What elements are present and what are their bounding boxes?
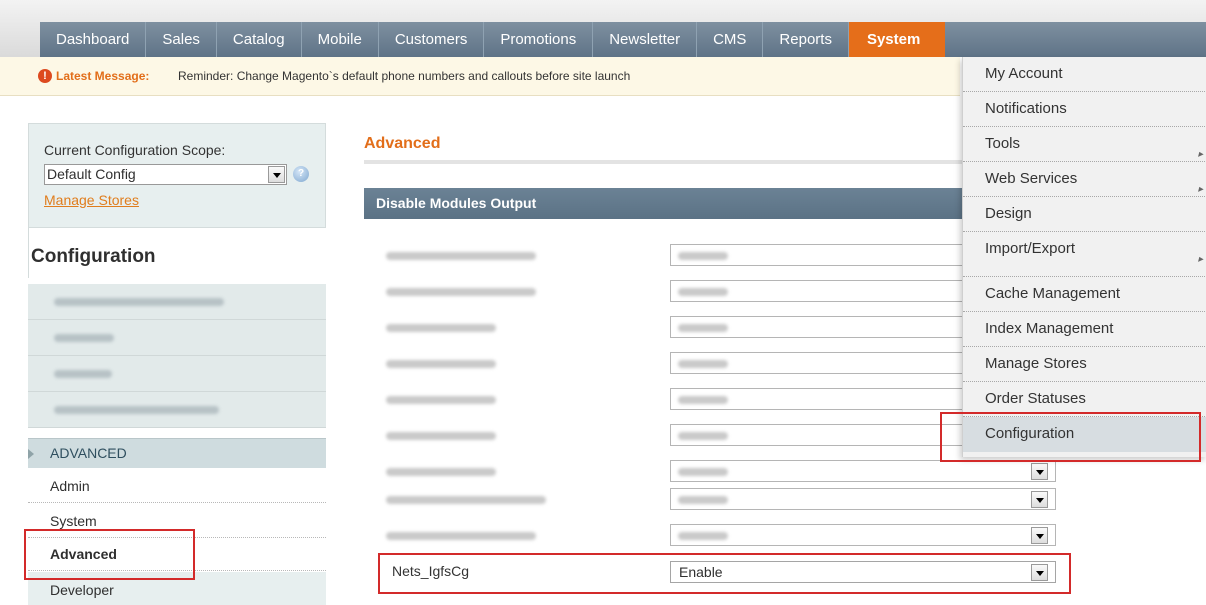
menu-item-label: Configuration: [985, 425, 1075, 442]
sidebar-section-label: ADVANCED: [50, 445, 127, 461]
latest-message-text: Reminder: Change Magento`s default phone…: [178, 69, 631, 83]
section-header[interactable]: Disable Modules Output: [364, 188, 964, 219]
menu-item-manage-stores[interactable]: Manage Stores: [963, 347, 1206, 382]
menu-item-label: Manage Stores: [985, 355, 1087, 372]
nav-promotions[interactable]: Promotions: [484, 22, 594, 57]
alert-icon: !: [38, 69, 52, 83]
module-row: [364, 238, 1064, 274]
nav-dashboard[interactable]: Dashboard: [40, 22, 147, 57]
main-menu: Dashboard Sales Catalog Mobile Customers…: [40, 22, 1206, 57]
sidebar-item-blurred[interactable]: [28, 284, 326, 320]
menu-item-cache-management[interactable]: Cache Management: [963, 277, 1206, 312]
nav-system[interactable]: System: [848, 22, 945, 57]
nav-reports[interactable]: Reports: [763, 22, 849, 57]
module-select-nets[interactable]: Enable: [670, 561, 1056, 583]
chevron-down-icon[interactable]: [1031, 527, 1048, 544]
menu-item-my-account[interactable]: My Account: [963, 57, 1206, 92]
top-nav: Dashboard Sales Catalog Mobile Customers…: [0, 0, 1206, 57]
menu-item-label: My Account: [985, 65, 1063, 82]
menu-item-order-statuses[interactable]: Order Statuses: [963, 382, 1206, 417]
menu-item-index-management[interactable]: Index Management: [963, 312, 1206, 347]
sidebar-item-label: System: [50, 513, 97, 529]
chevron-down-icon[interactable]: [1031, 463, 1048, 480]
title-divider: [364, 160, 964, 164]
nav-newsletter[interactable]: Newsletter: [593, 22, 698, 57]
scope-selected-value: Default Config: [47, 166, 136, 182]
menu-item-label: Notifications: [985, 100, 1067, 117]
menu-item-tools[interactable]: Tools ▸: [963, 127, 1206, 162]
sidebar-item-system[interactable]: System: [28, 505, 326, 538]
configuration-heading: Configuration: [28, 228, 326, 278]
menu-item-label: Cache Management: [985, 285, 1121, 302]
help-icon[interactable]: ?: [293, 166, 309, 182]
menu-item-import-export[interactable]: Import/Export ▸: [963, 232, 1206, 277]
menu-item-label: Import/Export: [985, 240, 1076, 257]
sidebar-section-advanced[interactable]: ADVANCED: [28, 438, 326, 468]
menu-item-label: Web Services: [985, 170, 1078, 187]
scope-label: Current Configuration Scope:: [44, 142, 226, 158]
manage-stores-link[interactable]: Manage Stores: [44, 192, 139, 208]
sidebar-item-blurred[interactable]: [28, 356, 326, 392]
module-select-value: Enable: [679, 564, 723, 580]
module-name-nets: Nets_IgfsCg: [392, 563, 470, 579]
sidebar-item-admin[interactable]: Admin: [28, 470, 326, 503]
menu-item-configuration[interactable]: Configuration: [963, 417, 1206, 452]
submenu-arrow-icon: ▸: [1197, 184, 1203, 195]
page-title: Advanced: [364, 135, 441, 152]
chevron-down-icon[interactable]: [1031, 491, 1048, 508]
scope-select[interactable]: Default Config: [44, 164, 287, 185]
expand-arrow-icon: [28, 449, 34, 459]
chevron-down-icon[interactable]: [1031, 564, 1048, 581]
module-row: [364, 274, 1064, 310]
module-row: [364, 310, 1064, 346]
menu-item-label: Order Statuses: [985, 390, 1086, 407]
chevron-down-icon[interactable]: [268, 166, 285, 183]
system-dropdown-menu: My Account Notifications Tools ▸ Web Serv…: [962, 57, 1206, 457]
latest-message-label: Latest Message:: [56, 69, 150, 83]
sidebar-item-label: Advanced: [50, 546, 117, 562]
latest-message-bar: ! Latest Message: Reminder: Change Magen…: [0, 57, 960, 96]
module-row: [364, 518, 1064, 554]
menu-item-label: Design: [985, 205, 1032, 222]
module-row: [364, 418, 1064, 454]
nav-cms[interactable]: CMS: [697, 22, 764, 57]
nav-mobile[interactable]: Mobile: [302, 22, 379, 57]
module-row: [364, 346, 1064, 382]
scope-panel: Current Configuration Scope: Default Con…: [28, 123, 326, 228]
nav-catalog[interactable]: Catalog: [217, 22, 302, 57]
sidebar-item-label: Admin: [50, 478, 90, 494]
nav-customers[interactable]: Customers: [379, 22, 485, 57]
menu-item-label: Tools: [985, 135, 1021, 152]
sidebar-item-blurred[interactable]: [28, 320, 326, 356]
nav-sales[interactable]: Sales: [146, 22, 217, 57]
sidebar-item-blurred[interactable]: [28, 392, 326, 428]
menu-item-web-services[interactable]: Web Services ▸: [963, 162, 1206, 197]
module-row: [364, 482, 1064, 518]
sidebar-item-label: Developer: [50, 582, 114, 598]
menu-item-notifications[interactable]: Notifications: [963, 92, 1206, 127]
submenu-arrow-icon: ▸: [1197, 254, 1203, 265]
menu-item-label: Index Management: [985, 320, 1114, 337]
menu-item-design[interactable]: Design: [963, 197, 1206, 232]
module-row: [364, 382, 1064, 418]
sidebar-item-developer[interactable]: Developer: [28, 572, 326, 605]
submenu-arrow-icon: ▸: [1197, 149, 1203, 160]
configuration-title: Configuration: [31, 246, 156, 267]
sidebar-item-advanced[interactable]: Advanced: [28, 538, 326, 571]
